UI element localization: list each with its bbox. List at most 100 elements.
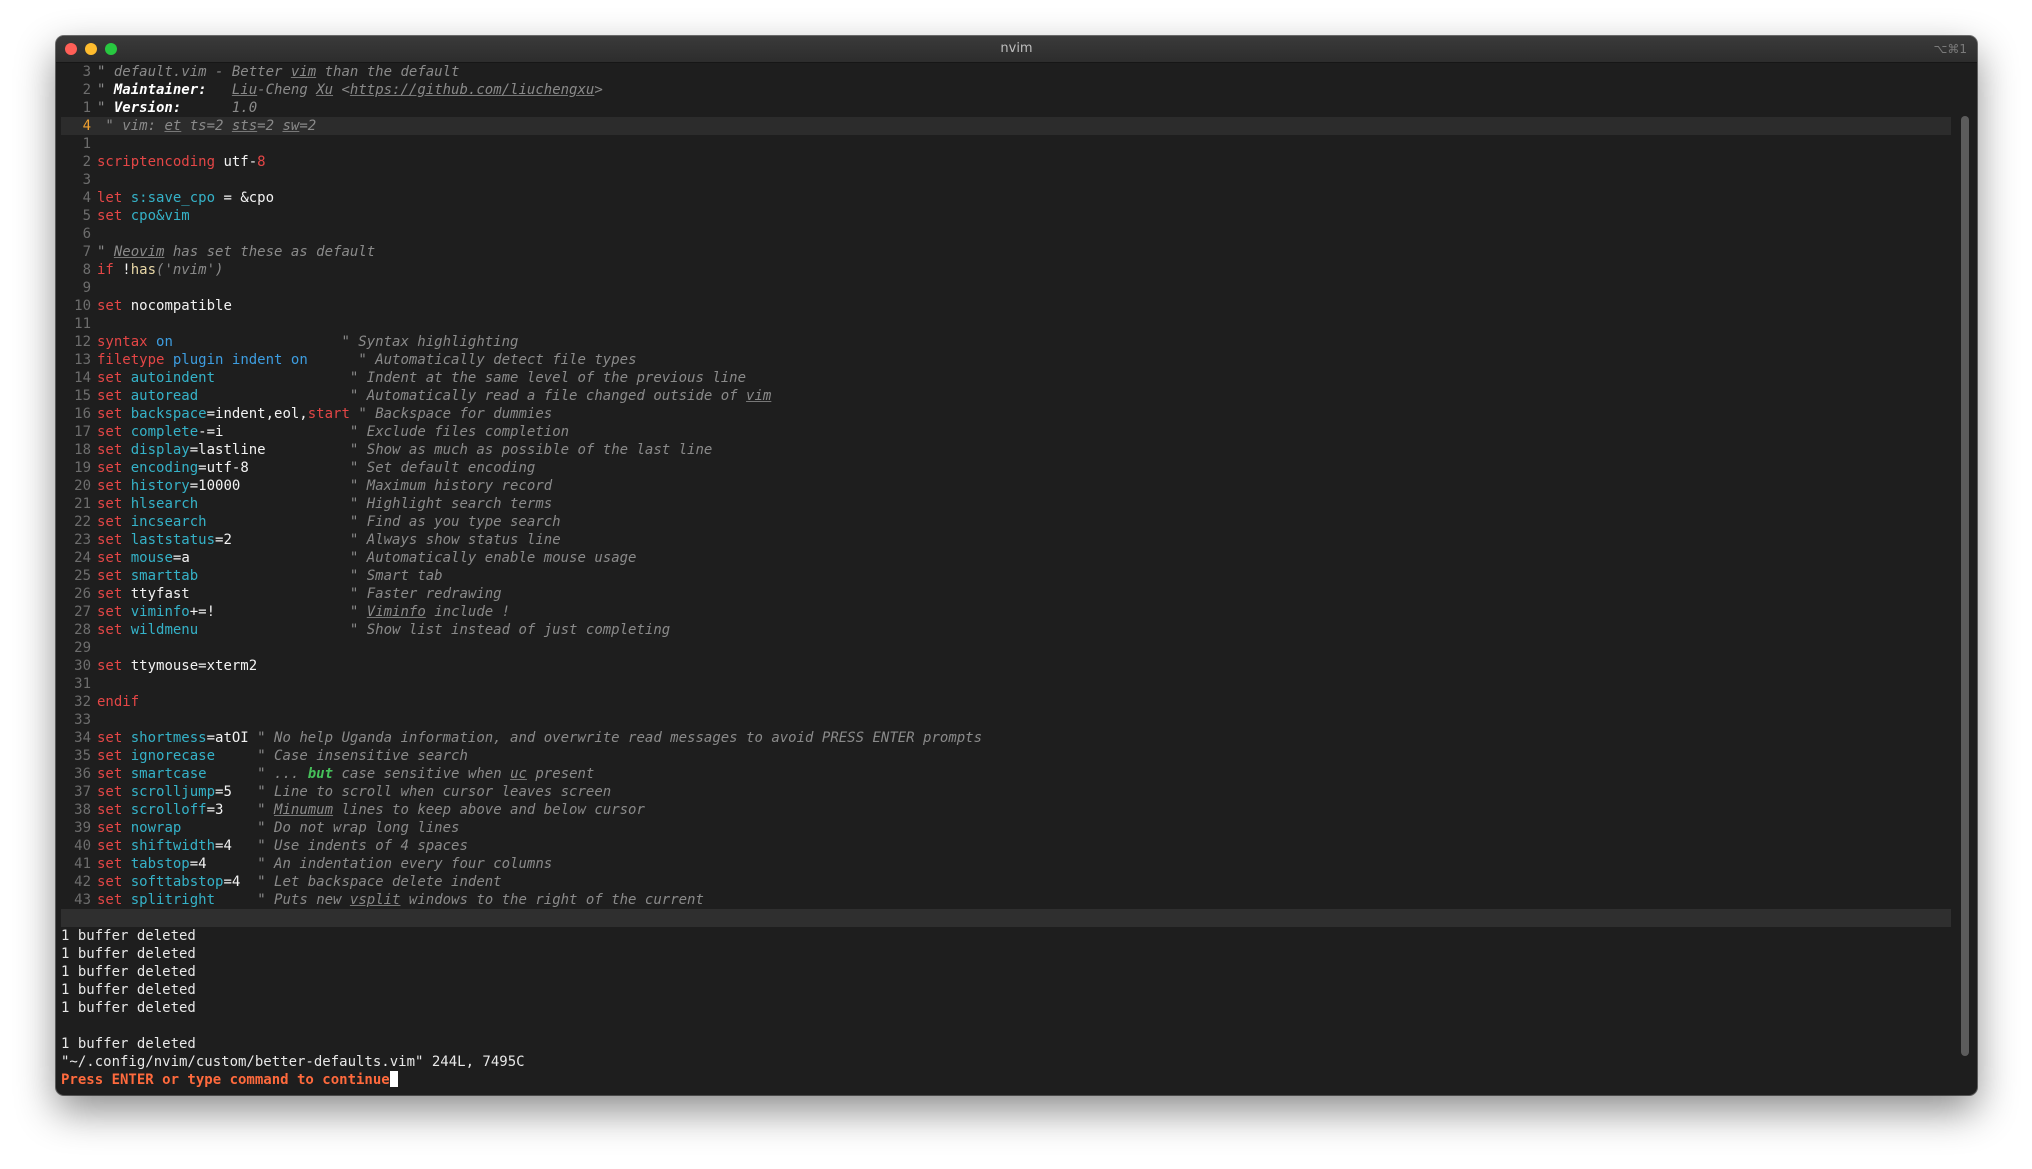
code-buffer[interactable]: 3 " default.vim - Better vim than the def… <box>61 63 1951 909</box>
code-token: autoindent <box>130 370 216 386</box>
code-token: Version: <box>113 100 182 116</box>
code-line[interactable]: 39 set nowrap " Do not wrap long lines <box>61 819 1951 837</box>
code-line[interactable]: 32 endif <box>61 693 1951 711</box>
press-enter-prompt[interactable]: Press ENTER or type command to continue <box>61 1071 1951 1089</box>
code-line[interactable]: 28 set wildmenu " Show list instead of ju… <box>61 621 1951 639</box>
code-token: " default.vim - Better <box>97 64 291 80</box>
line-number: 24 <box>74 550 91 566</box>
code-token: sts <box>231 118 258 134</box>
code-line[interactable]: 22 set incsearch " Find as you type searc… <box>61 513 1951 531</box>
code-line[interactable]: 37 set scrolljump=5 " Line to scroll when… <box>61 783 1951 801</box>
code-token: " Use indents of 4 spaces <box>257 838 468 854</box>
code-line[interactable]: 5 set cpo&vim <box>61 207 1951 225</box>
code-line[interactable]: 31 <box>61 675 1951 693</box>
code-line[interactable]: 36 set smartcase " ... but case sensitive… <box>61 765 1951 783</box>
code-line[interactable]: 33 <box>61 711 1951 729</box>
code-line[interactable]: 35 set ignorecase " Case insensitive sear… <box>61 747 1951 765</box>
code-token: " Show list instead of just completing <box>349 622 671 638</box>
code-line[interactable]: 29 <box>61 639 1951 657</box>
code-line[interactable]: 3 <box>61 171 1951 189</box>
code-line[interactable]: 11 <box>61 315 1951 333</box>
code-line[interactable]: 19 set encoding=utf-8 " Set default encod… <box>61 459 1951 477</box>
code-token: et <box>164 118 182 134</box>
code-token: 1.0 <box>181 100 258 116</box>
code-line[interactable]: 18 set display=lastline " Show as much as… <box>61 441 1951 459</box>
terminal-window: nvim ⌥⌘1 3 " default.vim - Better vim tha… <box>56 36 1977 1095</box>
code-line[interactable]: 14 set autoindent " Indent at the same le… <box>61 369 1951 387</box>
code-token: uc <box>510 766 527 782</box>
code-token: scrolloff <box>130 802 207 818</box>
code-line[interactable]: 42 set softtabstop=4 " Let backspace dele… <box>61 873 1951 891</box>
code-line[interactable]: 26 set ttyfast " Faster redrawing <box>61 585 1951 603</box>
code-token: ignorecase <box>130 748 216 764</box>
code-line[interactable]: 16 set backspace=indent,eol,start " Backs… <box>61 405 1951 423</box>
code-token: ts=2 <box>181 118 232 134</box>
code-line[interactable]: 12 syntax on " Syntax highlighting <box>61 333 1951 351</box>
line-number: 11 <box>74 316 91 332</box>
code-token: on <box>290 352 308 368</box>
line-number: 4 <box>82 118 91 134</box>
code-token: set <box>97 568 123 584</box>
code-line[interactable]: 4 " vim: et ts=2 sts=2 sw=2 <box>61 117 1951 135</box>
line-number: 29 <box>74 640 91 656</box>
code-line[interactable]: 13 filetype plugin indent on " Automatica… <box>61 351 1951 369</box>
code-token: complete <box>130 424 199 440</box>
code-line[interactable]: 27 set viminfo+=! " Viminfo include ! <box>61 603 1951 621</box>
code-line[interactable]: 17 set complete-=i " Exclude files comple… <box>61 423 1951 441</box>
code-line[interactable]: 1 " Version: 1.0 <box>61 99 1951 117</box>
code-line[interactable]: 21 set hlsearch " Highlight search terms <box>61 495 1951 513</box>
code-token: 8 <box>257 154 266 170</box>
code-line[interactable]: 1 <box>61 135 1951 153</box>
code-line[interactable]: 30 set ttymouse=xterm2 <box>61 657 1951 675</box>
code-token: autoread <box>130 388 199 404</box>
code-line[interactable]: 38 set scrolloff=3 " Minumum lines to kee… <box>61 801 1951 819</box>
code-line[interactable]: 23 set laststatus=2 " Always show status … <box>61 531 1951 549</box>
code-token: ('nvim') <box>156 262 224 278</box>
code-line[interactable]: 10 set nocompatible <box>61 297 1951 315</box>
code-token: =2 <box>215 532 232 548</box>
code-line[interactable]: 8 if !has('nvim') <box>61 261 1951 279</box>
line-number: 14 <box>74 370 91 386</box>
code-token: scrolljump <box>130 784 216 800</box>
code-line[interactable]: 15 set autoread " Automatically read a fi… <box>61 387 1951 405</box>
editor-area[interactable]: 3 " default.vim - Better vim than the def… <box>61 63 1951 1089</box>
code-token: " Do not wrap long lines <box>257 820 460 836</box>
code-token: set <box>97 586 123 602</box>
code-line[interactable]: 6 <box>61 225 1951 243</box>
line-number: 31 <box>74 676 91 692</box>
code-line[interactable]: 4 let s:save_cpo = &cpo <box>61 189 1951 207</box>
code-line[interactable]: 41 set tabstop=4 " An indentation every f… <box>61 855 1951 873</box>
code-line[interactable]: 25 set smarttab " Smart tab <box>61 567 1951 585</box>
code-token: " Syntax highlighting <box>341 334 519 350</box>
message-area: 1 buffer deleted 1 buffer deleted 1 buffer… <box>61 927 1951 1071</box>
code-line[interactable]: 3 " default.vim - Better vim than the def… <box>61 63 1951 81</box>
code-line[interactable]: 2 scriptencoding utf-8 <box>61 153 1951 171</box>
line-number: 10 <box>74 298 91 314</box>
code-token: nowrap <box>130 820 182 836</box>
code-line[interactable]: 40 set shiftwidth=4 " Use indents of 4 sp… <box>61 837 1951 855</box>
line-number: 8 <box>82 262 91 278</box>
scrollbar[interactable] <box>1961 116 1969 1056</box>
code-line[interactable]: 2 " Maintainer: Liu-Cheng Xu <https://git… <box>61 81 1951 99</box>
code-line[interactable]: 20 set history=10000 " Maximum history re… <box>61 477 1951 495</box>
line-number: 17 <box>74 424 91 440</box>
code-line[interactable]: 9 <box>61 279 1951 297</box>
code-line[interactable]: 24 set mouse=a " Automatically enable mou… <box>61 549 1951 567</box>
code-token: =indent,eol, <box>206 406 308 422</box>
code-line[interactable]: 43 set splitright " Puts new vsplit windo… <box>61 891 1951 909</box>
line-number: 6 <box>82 226 91 242</box>
code-line[interactable]: 34 set shortmess=atOI " No help Uganda in… <box>61 729 1951 747</box>
code-line[interactable]: 7 " Neovim has set these as default <box>61 243 1951 261</box>
code-token: " ... <box>257 766 308 782</box>
